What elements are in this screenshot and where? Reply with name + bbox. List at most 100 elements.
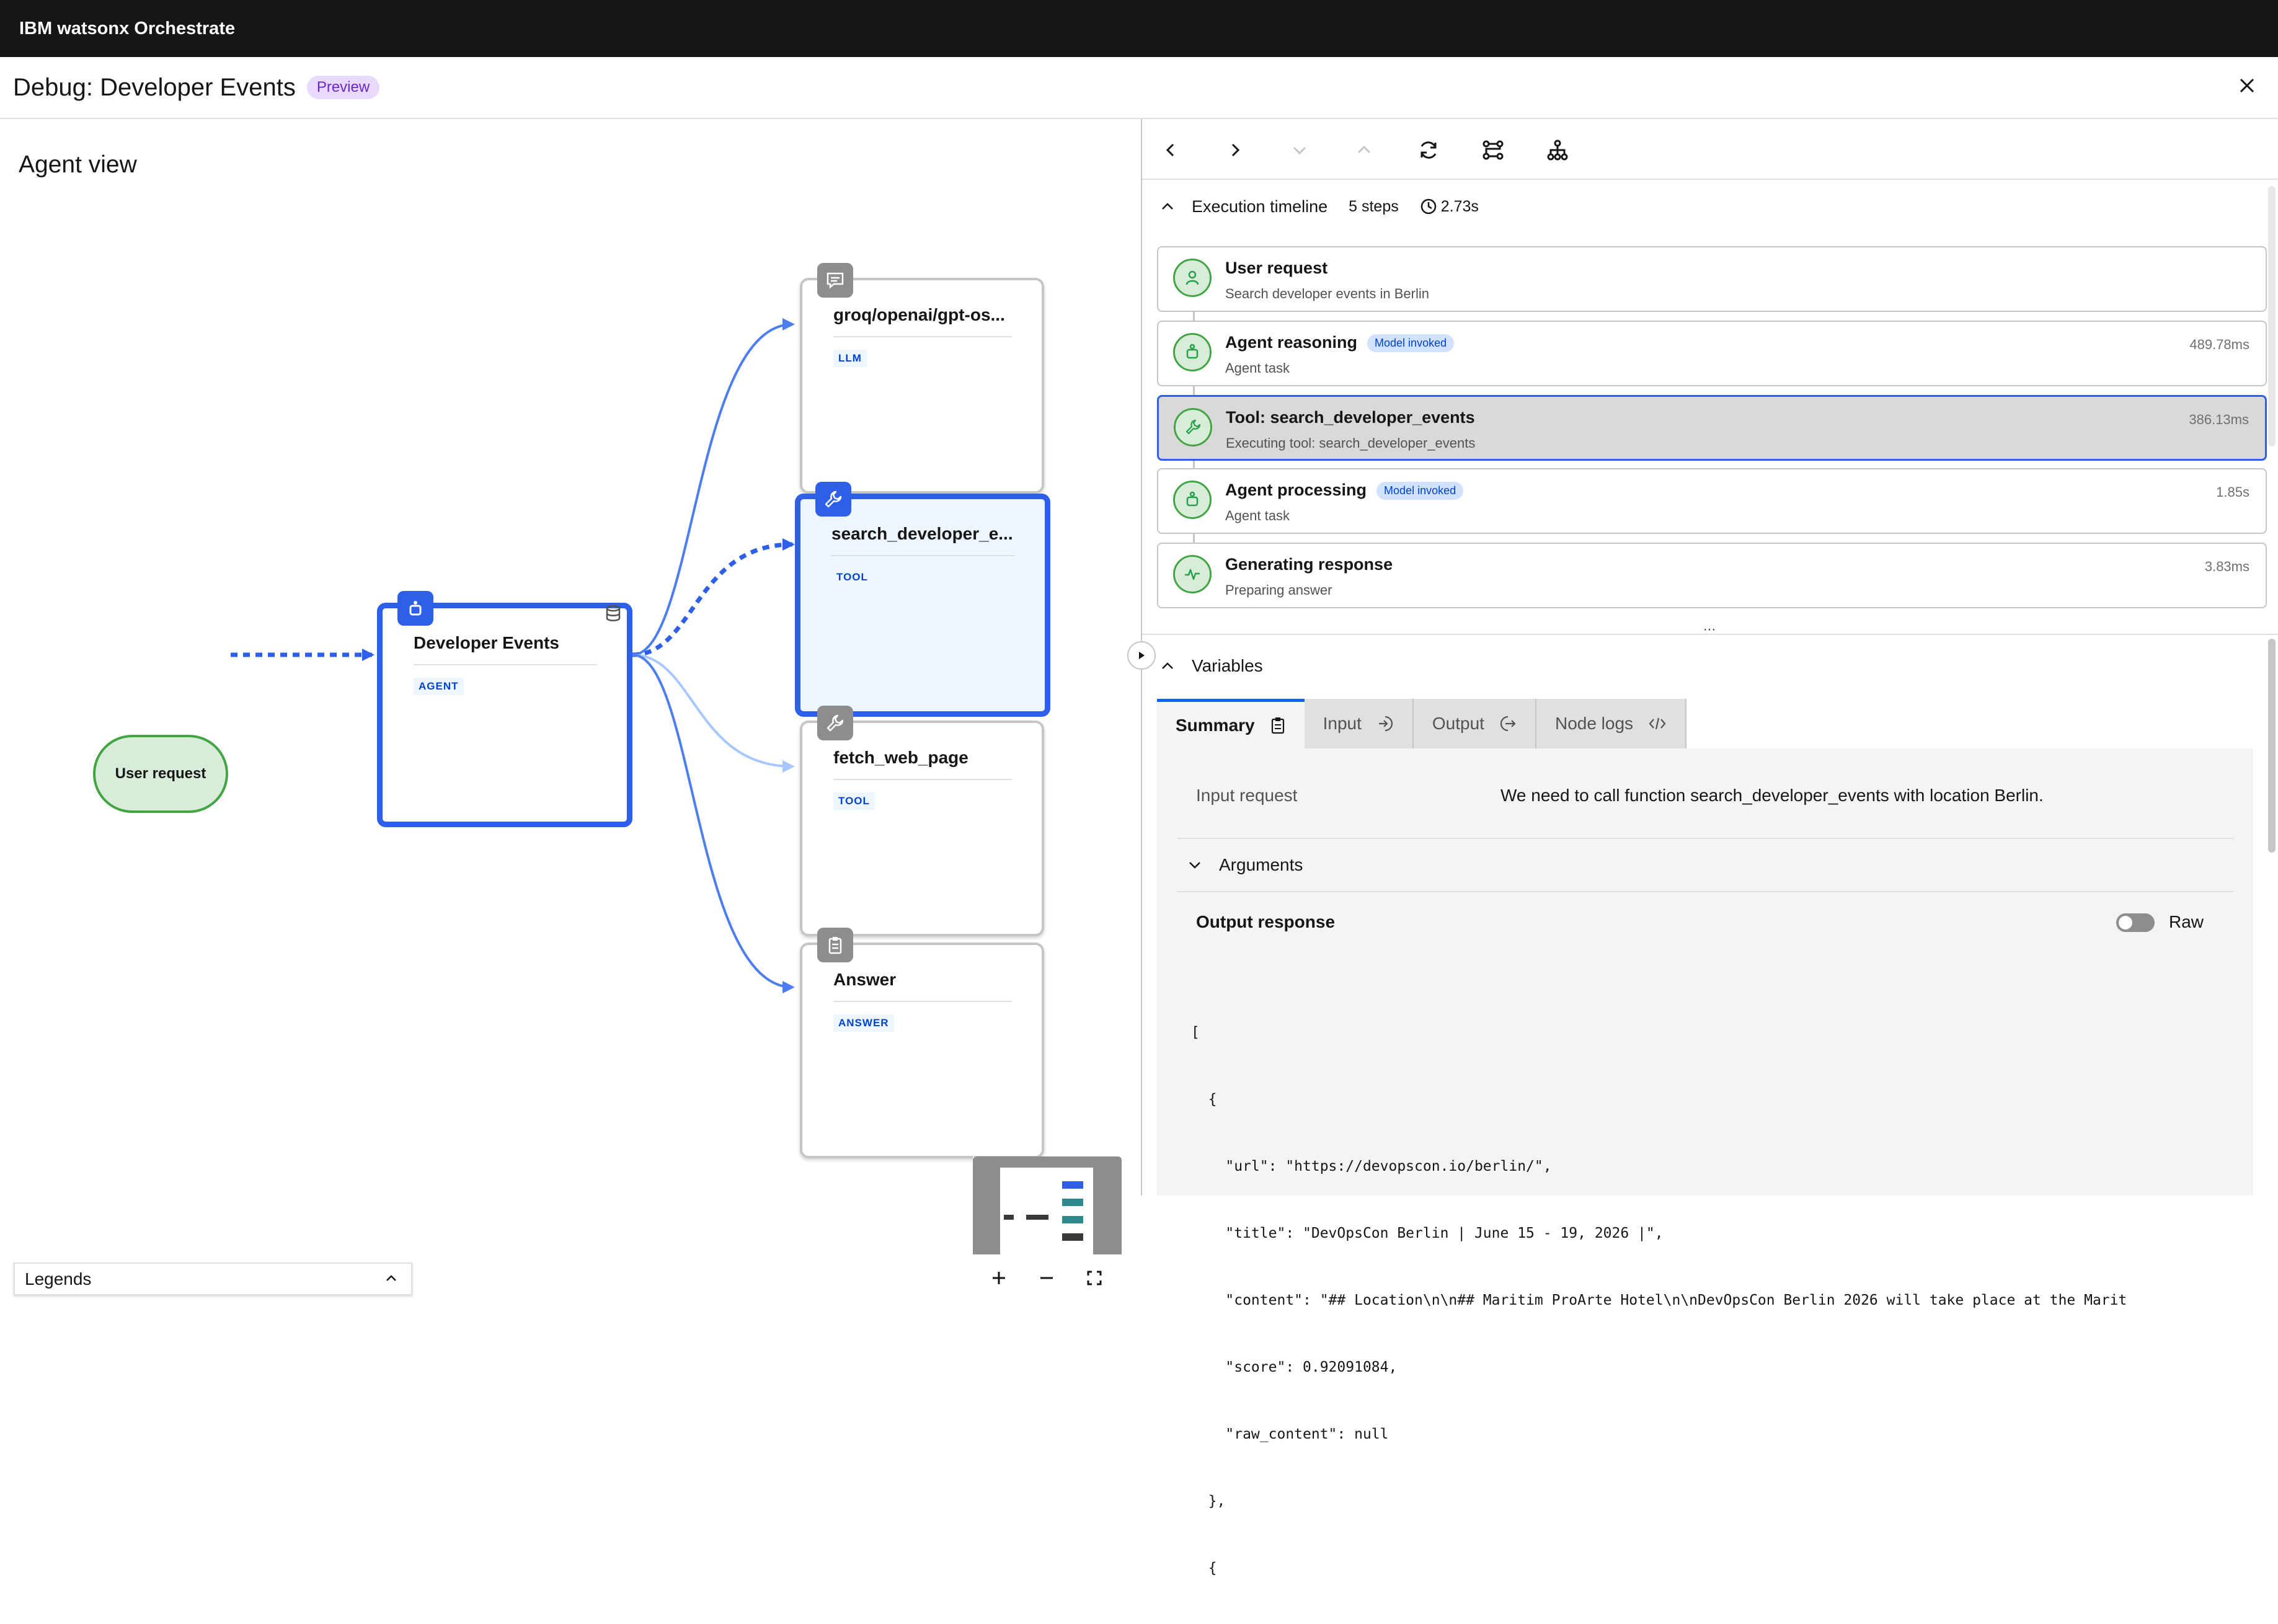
previous-button[interactable] (1157, 136, 1184, 164)
timeline-step-user-request[interactable]: User request Search developer events in … (1157, 246, 2267, 312)
edge-agent-to-fetch-tool (632, 654, 795, 773)
code-line: "content": "## Location\n\n## Maritim Pr… (1191, 1292, 2127, 1308)
code-line: "title": "DevOpsCon Berlin | June 15 - 1… (1191, 1225, 1664, 1241)
input-request-value: We need to call function search_develope… (1500, 786, 2044, 805)
variables-tabs: Summary Input Output Node logs (1157, 699, 1687, 748)
timeline-step-tool[interactable]: Tool: search_developer_events Executing … (1157, 395, 2267, 461)
chevron-down-icon (1293, 146, 1306, 155)
tab-output[interactable]: Output (1413, 699, 1536, 748)
legends-label: Legends (25, 1269, 92, 1289)
agent-icon (1173, 481, 1212, 519)
plus-icon (993, 1272, 1005, 1284)
fetch-tool-node-label: fetch_web_page (833, 748, 968, 767)
step-title: Agent processing Model invoked (1225, 481, 1464, 500)
tab-node-logs[interactable]: Node logs (1536, 699, 1687, 748)
agent-view-panel: Agent view User request Developer Events… (0, 119, 1141, 1315)
step-time: 1.85s (2216, 484, 2249, 500)
timeline-step-agent-reasoning[interactable]: Agent reasoning Model invoked Agent task … (1157, 321, 2267, 386)
wrench-icon (817, 706, 853, 740)
refresh-button[interactable] (1415, 136, 1442, 164)
step-subtitle: Agent task (1225, 360, 1290, 376)
timeline-step-generating-response[interactable]: Generating response Preparing answer 3.8… (1157, 543, 2267, 608)
page-title: Debug: Developer Events (13, 73, 296, 101)
close-button[interactable] (2235, 73, 2259, 98)
close-icon (2240, 78, 2254, 93)
next-button[interactable] (1221, 136, 1249, 164)
step-title: Generating response (1225, 555, 1393, 574)
variables-scrollbar[interactable] (2268, 639, 2276, 853)
chevron-down-icon (1189, 862, 1200, 869)
refresh-icon (1420, 141, 1437, 159)
timeline-duration: 2.73s (1440, 197, 1479, 215)
variables-header[interactable]: Variables (1142, 647, 1263, 685)
fetch-tool-node[interactable]: fetch_web_page TOOL (800, 706, 1044, 936)
model-invoked-badge: Model invoked (1376, 482, 1464, 500)
output-response-label: Output response (1196, 912, 1336, 931)
chevron-up-icon (1162, 662, 1173, 669)
fetch-tool-node-tag: TOOL (833, 792, 875, 810)
flow-layout-button[interactable] (1479, 136, 1507, 164)
code-line: "score": 0.92091084, (1191, 1359, 1398, 1375)
answer-node[interactable]: Answer ANSWER (800, 928, 1044, 1158)
debug-right-panel: Execution timeline 5 steps 2.73s User re… (1127, 119, 2278, 1576)
chevron-right-icon (1231, 143, 1240, 157)
tab-summary[interactable]: Summary (1157, 699, 1305, 748)
search-tool-node-label: search_developer_e... (831, 524, 1013, 543)
code-line: "raw_content": null (1191, 1426, 1389, 1442)
step-title: Agent reasoning Model invoked (1225, 333, 1455, 353)
code-icon (1649, 717, 1666, 730)
clipboard-icon (1271, 717, 1284, 734)
timeline-scrollbar[interactable] (2268, 186, 2276, 446)
arguments-accordion[interactable]: Arguments (1177, 848, 1303, 882)
minimap[interactable] (973, 1156, 1122, 1315)
chevron-up-icon (1162, 203, 1173, 210)
timeline-steps-count: 5 steps (1349, 197, 1399, 215)
preview-badge: Preview (306, 76, 380, 99)
legends-dropdown[interactable]: Legends (14, 1262, 412, 1295)
flow-icon (1482, 140, 1504, 160)
app-title: IBM watsonx Orchestrate (19, 18, 236, 38)
fit-view-button[interactable] (1082, 1266, 1107, 1290)
step-title: Tool: search_developer_events (1226, 408, 1475, 427)
step-time: 3.83ms (2204, 559, 2249, 574)
zoom-in-button[interactable] (986, 1266, 1011, 1290)
timeline-header[interactable]: Execution timeline 5 steps 2.73s (1142, 189, 2278, 224)
zoom-out-button[interactable] (1034, 1266, 1059, 1290)
clipboard-icon (817, 928, 853, 962)
tab-input[interactable]: Input (1304, 699, 1414, 748)
minus-icon (1040, 1277, 1053, 1279)
code-line: "url": "https://devopscon.io/berlin/", (1191, 1158, 1552, 1174)
user-request-label: User request (115, 765, 206, 782)
raw-toggle[interactable] (2116, 913, 2155, 932)
llm-node-label: groq/openai/gpt-os... (833, 305, 1005, 324)
debug-header: Debug: Developer Events Preview (0, 57, 2278, 119)
fit-view-icon (1087, 1271, 1102, 1285)
hierarchy-icon (1547, 140, 1568, 161)
answer-node-label: Answer (833, 970, 897, 989)
step-subtitle: Executing tool: search_developer_events (1226, 435, 1476, 451)
database-icon (606, 605, 621, 621)
step-up-button[interactable] (1350, 136, 1378, 164)
step-down-button[interactable] (1286, 136, 1313, 164)
step-time: 386.13ms (2189, 412, 2249, 427)
logout-icon (1500, 716, 1516, 732)
search-tool-node[interactable]: search_developer_e... TOOL (795, 482, 1050, 717)
agent-node-tag: AGENT (414, 678, 464, 695)
chat-icon (817, 263, 853, 298)
agent-node[interactable]: Developer Events AGENT (377, 591, 632, 827)
answer-node-tag: ANSWER (833, 1014, 894, 1032)
step-title: User request (1225, 259, 1328, 277)
timeline-step-agent-processing[interactable]: Agent processing Model invoked Agent task… (1157, 468, 2267, 534)
user-icon (1173, 259, 1212, 297)
hierarchy-button[interactable] (1544, 136, 1571, 164)
input-request-label: Input request (1196, 786, 1298, 805)
chevron-up-icon (1357, 145, 1371, 154)
user-request-node[interactable]: User request (93, 735, 228, 813)
code-line: { (1191, 1560, 1217, 1576)
llm-node[interactable]: groq/openai/gpt-os... LLM (800, 263, 1044, 494)
edge-agent-to-search-tool (632, 538, 795, 657)
code-line: }, (1191, 1493, 1226, 1509)
search-tool-node-tag: TOOL (831, 569, 873, 586)
agent-icon (1173, 333, 1212, 371)
summary-panel: Input request We need to call function s… (1157, 748, 2253, 1576)
